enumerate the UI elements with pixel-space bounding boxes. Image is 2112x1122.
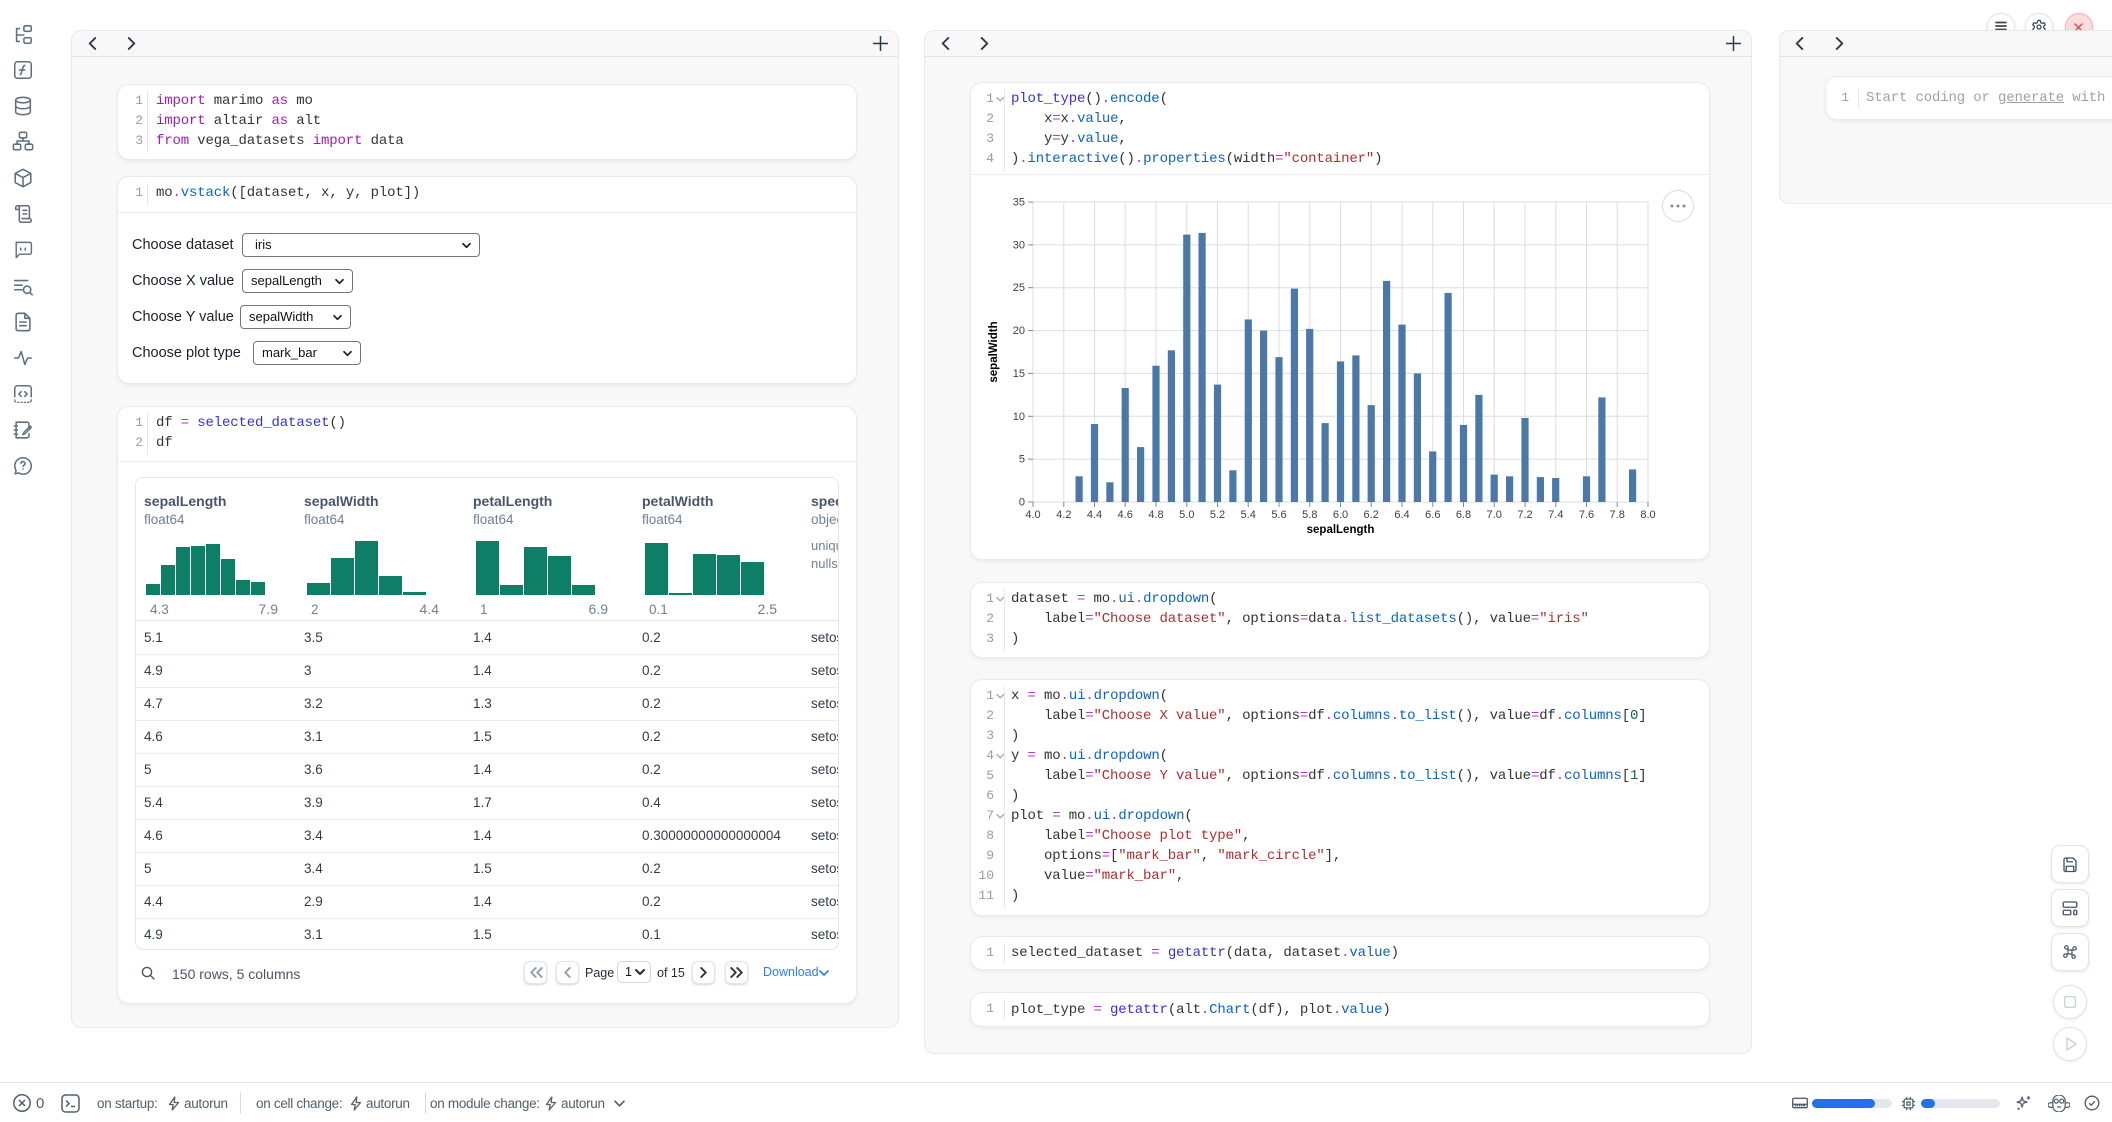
svg-text:4.4: 4.4 xyxy=(1087,509,1102,521)
svg-text:5.0: 5.0 xyxy=(1179,509,1194,521)
svg-text:5.4: 5.4 xyxy=(1241,509,1256,521)
svg-text:15: 15 xyxy=(1013,368,1025,380)
svg-text:4.8: 4.8 xyxy=(1148,509,1163,521)
svg-text:sepalLength: sepalLength xyxy=(1307,524,1375,536)
svg-text:8.0: 8.0 xyxy=(1640,509,1655,521)
svg-text:25: 25 xyxy=(1013,282,1025,294)
svg-text:7.6: 7.6 xyxy=(1579,509,1594,521)
svg-text:4.0: 4.0 xyxy=(1025,509,1040,521)
svg-text:6.8: 6.8 xyxy=(1456,509,1471,521)
svg-text:10: 10 xyxy=(1013,411,1025,423)
svg-text:6.4: 6.4 xyxy=(1394,509,1409,521)
svg-text:20: 20 xyxy=(1013,325,1025,337)
svg-text:7.4: 7.4 xyxy=(1548,509,1563,521)
svg-text:5.2: 5.2 xyxy=(1210,509,1225,521)
svg-text:sepalWidth: sepalWidth xyxy=(988,321,1000,382)
svg-text:5.8: 5.8 xyxy=(1302,509,1317,521)
svg-text:5.6: 5.6 xyxy=(1271,509,1286,521)
svg-text:6.2: 6.2 xyxy=(1364,509,1379,521)
svg-text:5: 5 xyxy=(1019,454,1025,466)
svg-text:6.6: 6.6 xyxy=(1425,509,1440,521)
svg-text:4.2: 4.2 xyxy=(1056,509,1071,521)
svg-text:0: 0 xyxy=(1019,497,1025,509)
svg-text:7.8: 7.8 xyxy=(1610,509,1625,521)
svg-text:30: 30 xyxy=(1013,239,1025,251)
svg-text:6.0: 6.0 xyxy=(1333,509,1348,521)
svg-text:4.6: 4.6 xyxy=(1118,509,1133,521)
svg-text:35: 35 xyxy=(1013,197,1025,209)
svg-text:7.2: 7.2 xyxy=(1517,509,1532,521)
svg-text:7.0: 7.0 xyxy=(1487,509,1502,521)
